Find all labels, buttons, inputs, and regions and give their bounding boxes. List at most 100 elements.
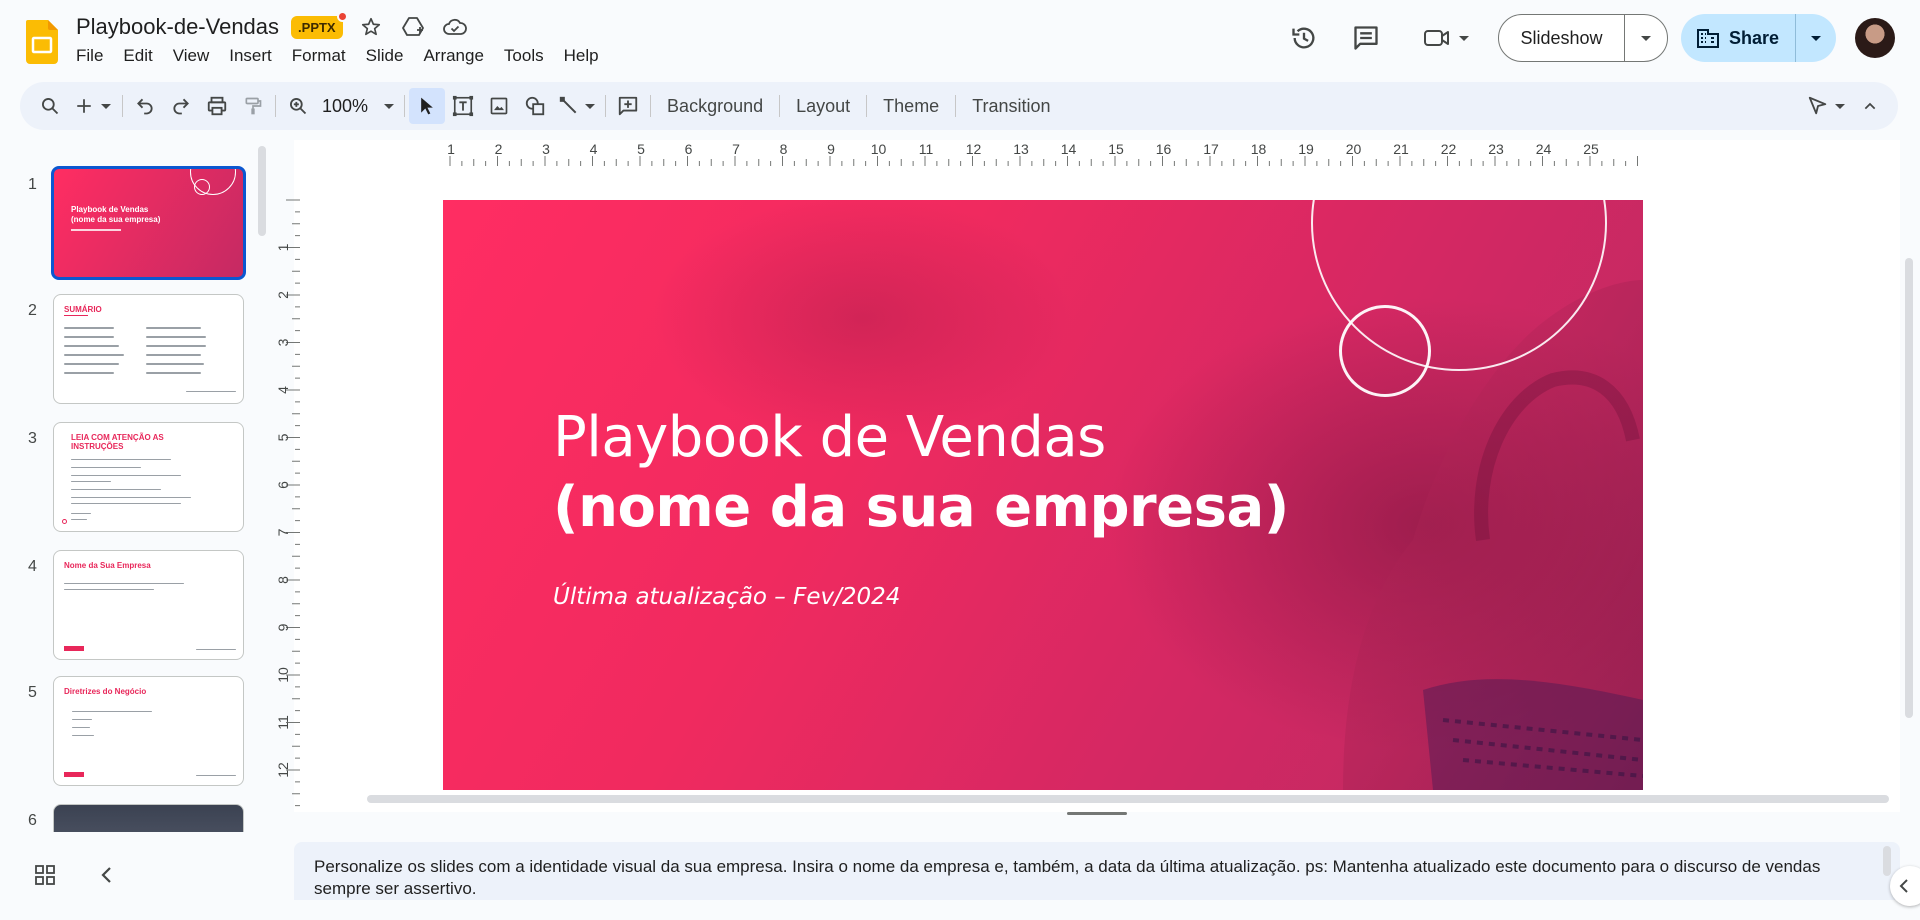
ruler-label: 13 bbox=[1013, 142, 1029, 157]
ruler-label: 16 bbox=[1156, 142, 1172, 157]
filmstrip-slide-6[interactable]: 6 bbox=[0, 804, 250, 832]
slides-logo-icon[interactable] bbox=[26, 20, 58, 64]
file-type-badge[interactable]: .PPTX bbox=[291, 10, 348, 39]
share-label-wrap[interactable]: Share bbox=[1681, 14, 1796, 62]
editing-mode-icon[interactable] bbox=[1800, 88, 1852, 124]
account-avatar[interactable] bbox=[1855, 18, 1895, 58]
filmstrip-slide-5[interactable]: 5 Diretrizes do Negócio bbox=[0, 676, 250, 788]
ruler-label: 9 bbox=[827, 142, 835, 157]
paint-format-icon[interactable] bbox=[235, 88, 271, 124]
decorative-small-circle bbox=[1339, 305, 1431, 397]
zoom-select[interactable]: 100% bbox=[316, 96, 400, 117]
add-comment-icon[interactable] bbox=[610, 88, 646, 124]
slide-thumbnail[interactable]: SUMÁRIO bbox=[53, 294, 244, 404]
select-cursor-icon[interactable] bbox=[409, 88, 446, 124]
undo-icon[interactable] bbox=[127, 88, 163, 124]
print-icon[interactable] bbox=[199, 88, 235, 124]
menu-view[interactable]: View bbox=[163, 44, 220, 68]
move-to-folder-icon[interactable] bbox=[399, 13, 427, 41]
filmstrip-slide-4[interactable]: 4 Nome da Sua Empresa bbox=[0, 550, 250, 662]
new-slide-icon[interactable] bbox=[68, 88, 118, 124]
text-box-icon[interactable] bbox=[445, 88, 481, 124]
ruler-label: 21 bbox=[1393, 142, 1409, 157]
slide-subtitle[interactable]: Última atualização – Fev/2024 bbox=[553, 584, 900, 610]
line-icon[interactable] bbox=[553, 88, 601, 124]
slide-number: 1 bbox=[28, 176, 37, 193]
thumb-title: Diretrizes do Negócio bbox=[64, 687, 147, 696]
shape-icon[interactable] bbox=[517, 88, 553, 124]
slideshow-label[interactable]: Slideshow bbox=[1499, 15, 1625, 61]
menu-file[interactable]: File bbox=[66, 44, 113, 68]
thumb-title: Playbook de Vendas (nome da sua empresa) bbox=[71, 205, 161, 224]
menu-tools[interactable]: Tools bbox=[494, 44, 554, 68]
vertical-ruler[interactable]: 123456789101112 bbox=[276, 198, 300, 810]
slide-title-line2[interactable]: (nome da sua empresa) bbox=[553, 475, 1289, 540]
slideshow-dropdown-icon[interactable] bbox=[1625, 15, 1667, 61]
slide-title-line1[interactable]: Playbook de Vendas bbox=[553, 405, 1106, 470]
share-dropdown-icon[interactable] bbox=[1796, 14, 1836, 62]
thumb-tag bbox=[64, 772, 84, 777]
ruler-label: 14 bbox=[1061, 142, 1077, 157]
slide-number: 6 bbox=[28, 812, 37, 829]
background-button[interactable]: Background bbox=[655, 96, 775, 117]
slide-filmstrip: 1 Playbook de Vendas (nome da sua empresa… bbox=[0, 140, 258, 832]
slideshow-button[interactable]: Slideshow bbox=[1498, 14, 1668, 62]
zoom-icon[interactable] bbox=[280, 88, 316, 124]
ruler-label: 4 bbox=[276, 386, 291, 394]
menu-slide[interactable]: Slide bbox=[356, 44, 414, 68]
notes-resize-handle[interactable] bbox=[1067, 812, 1127, 815]
transition-button[interactable]: Transition bbox=[960, 96, 1062, 117]
current-slide[interactable]: Playbook de Vendas (nome da sua empresa)… bbox=[443, 200, 1643, 790]
speaker-notes[interactable]: Personalize os slides com a identidade v… bbox=[294, 842, 1900, 900]
horizontal-scrollbar[interactable] bbox=[367, 795, 1889, 803]
menu-arrange[interactable]: Arrange bbox=[413, 44, 493, 68]
side-panel-toggle-icon[interactable] bbox=[1890, 866, 1920, 906]
theme-button[interactable]: Theme bbox=[871, 96, 951, 117]
collapse-toolbar-icon[interactable] bbox=[1852, 88, 1888, 124]
collapse-filmstrip-icon[interactable] bbox=[96, 864, 118, 886]
title-row: Playbook-de-Vendas .PPTX bbox=[76, 10, 469, 42]
share-button[interactable]: Share bbox=[1681, 14, 1836, 62]
horizontal-ruler[interactable]: 1 2 3 4 5 6 7 8 9 10 11 12 13 14 15 16 17 18 19 20 21 22 23 24 2… bbox=[440, 142, 1900, 166]
notification-dot bbox=[336, 10, 348, 22]
slide-thumbnail[interactable]: Diretrizes do Negócio bbox=[53, 676, 244, 786]
toolbar-divider bbox=[122, 95, 123, 117]
menu-format[interactable]: Format bbox=[282, 44, 356, 68]
notes-scrollbar[interactable] bbox=[1883, 846, 1891, 876]
thumb-subtitle-line bbox=[71, 229, 121, 231]
building-icon bbox=[1696, 29, 1719, 48]
ruler-label: 9 bbox=[276, 623, 291, 631]
history-icon[interactable] bbox=[1288, 22, 1320, 54]
search-menus-icon[interactable] bbox=[32, 88, 68, 124]
ruler-label: 2 bbox=[276, 291, 291, 299]
meet-icon[interactable] bbox=[1418, 22, 1474, 54]
thumb-tag bbox=[64, 646, 84, 651]
insert-image-icon[interactable] bbox=[481, 88, 517, 124]
redo-icon[interactable] bbox=[163, 88, 199, 124]
filmstrip-slide-1[interactable]: 1 Playbook de Vendas (nome da sua empresa… bbox=[0, 166, 250, 280]
layout-button[interactable]: Layout bbox=[784, 96, 862, 117]
menu-insert[interactable]: Insert bbox=[219, 44, 282, 68]
comments-icon[interactable] bbox=[1350, 22, 1382, 54]
star-icon[interactable] bbox=[357, 13, 385, 41]
ruler-label: 15 bbox=[1108, 142, 1124, 157]
ruler-label: 23 bbox=[1488, 142, 1504, 157]
ruler-label: 12 bbox=[276, 762, 291, 778]
menu-edit[interactable]: Edit bbox=[113, 44, 162, 68]
ruler-label: 3 bbox=[276, 338, 291, 346]
menu-help[interactable]: Help bbox=[554, 44, 609, 68]
vertical-scrollbar[interactable] bbox=[1905, 258, 1913, 718]
slide-thumbnail[interactable]: Nome da Sua Empresa bbox=[53, 550, 244, 660]
cloud-saved-icon[interactable] bbox=[441, 13, 469, 41]
filmstrip-slide-2[interactable]: 2 SUMÁRIO bbox=[0, 294, 250, 406]
slide-number: 3 bbox=[28, 430, 37, 447]
grid-view-icon[interactable] bbox=[34, 864, 56, 886]
slide-thumbnail[interactable]: LEIA COM ATENÇÃO AS INSTRUÇÕES bbox=[53, 422, 244, 532]
filmstrip-scrollbar[interactable] bbox=[258, 146, 266, 236]
speaker-notes-text[interactable]: Personalize os slides com a identidade v… bbox=[314, 857, 1820, 898]
document-title[interactable]: Playbook-de-Vendas bbox=[76, 14, 279, 40]
slide-thumbnail[interactable]: Playbook de Vendas (nome da sua empresa) bbox=[51, 166, 246, 280]
slide-thumbnail[interactable] bbox=[53, 804, 244, 832]
ruler-label: 1 bbox=[447, 142, 455, 157]
filmstrip-slide-3[interactable]: 3 LEIA COM ATENÇÃO AS INSTRUÇÕES bbox=[0, 422, 250, 534]
